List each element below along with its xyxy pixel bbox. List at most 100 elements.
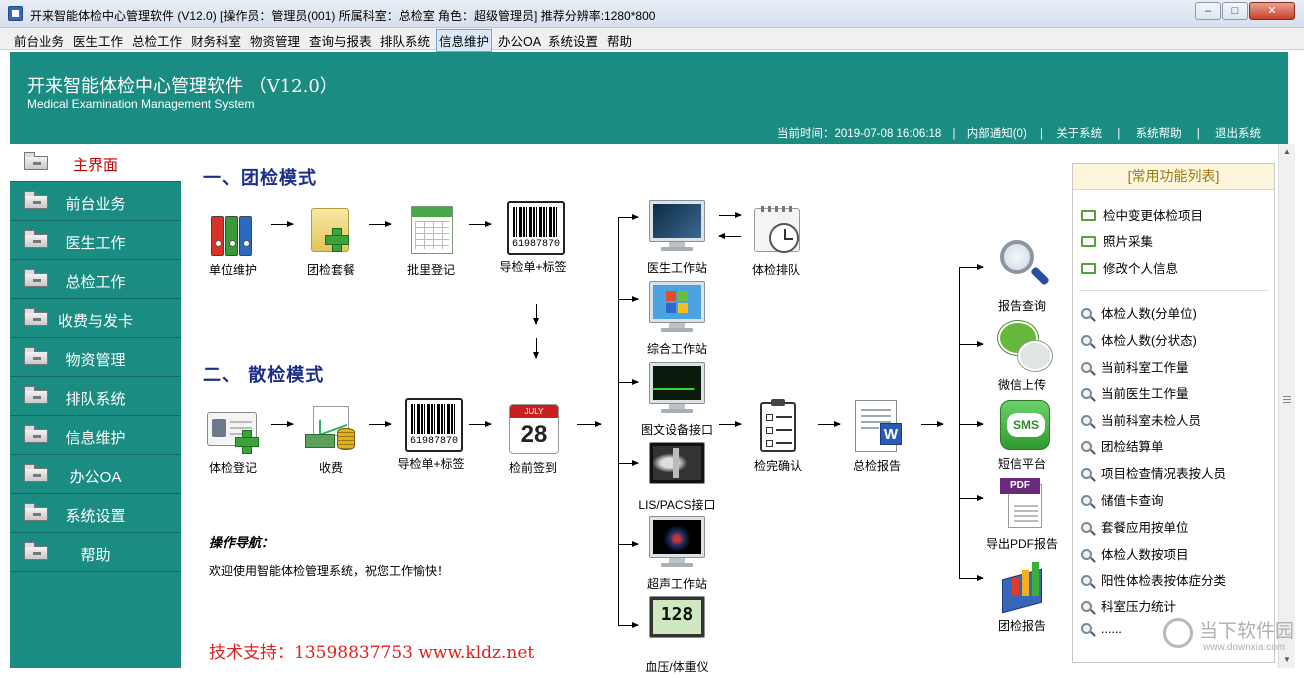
flow-arrow [369, 421, 392, 427]
wechat-icon [994, 317, 1052, 373]
sidebar-item-billing[interactable]: 收费与发卡 [10, 300, 181, 338]
flow-arrow-down [533, 304, 539, 325]
quick-item-stat[interactable]: 团检结算单 [1081, 436, 1164, 455]
menu-queue[interactable]: 排队系统 [378, 31, 432, 50]
sidebar-item-help[interactable]: 帮助 [10, 534, 181, 572]
header-links: 当前时间：2019-07-08 16:06:18 | 内部通知(0) | 关于系… [777, 125, 1261, 141]
final-report-node[interactable]: W 总检报告 [837, 398, 917, 474]
quick-item-photo[interactable]: 照片采集 [1081, 231, 1153, 250]
menu-settings[interactable]: 系统设置 [546, 31, 600, 50]
minimize-button[interactable]: – [1195, 2, 1221, 20]
payment-node[interactable]: 收费 [291, 400, 371, 476]
node-label: 总检报告 [852, 459, 901, 473]
unit-maintenance-node[interactable]: 单位维护 [193, 202, 273, 278]
group-report-node[interactable]: 团检报告 [982, 558, 1062, 634]
quick-item-stat[interactable]: 项目检查情况表按人员 [1081, 463, 1226, 482]
help-link[interactable]: 系统帮助 [1136, 128, 1182, 140]
guide-sheet-label-node-single[interactable]: 61987870 导检单+标签 [391, 396, 471, 472]
branch-line [618, 217, 619, 625]
guide-sheet-label-node-group[interactable]: 61987870 导检单+标签 [493, 199, 573, 275]
vertical-scrollbar[interactable]: ▲ ▼ [1278, 144, 1295, 668]
flow-arrow [577, 421, 602, 427]
quick-item-stat[interactable]: 储值卡查询 [1081, 490, 1164, 509]
sidebar-item-materials[interactable]: 物资管理 [10, 339, 181, 377]
sms-platform-node[interactable]: SMS 短信平台 [982, 396, 1062, 472]
scroll-grip[interactable] [1283, 396, 1291, 404]
report-query-node[interactable]: 报告查询 [982, 238, 1062, 314]
flow-arrow [618, 379, 639, 385]
menu-help[interactable]: 帮助 [605, 31, 634, 50]
quick-item-stat[interactable]: 当前科室工作量 [1081, 357, 1189, 376]
menu-finance[interactable]: 财务科室 [189, 31, 243, 50]
main-workflow-area: 一、团检模式 二、 散检模式 单位维护 团检套餐 批里登记 61987870 导… [181, 144, 1288, 674]
menu-oa[interactable]: 办公OA [496, 31, 543, 50]
about-link[interactable]: 关于系统 [1056, 128, 1102, 140]
batch-register-node[interactable]: 批里登记 [391, 202, 471, 278]
exam-queue-node[interactable]: 体检排队 [736, 202, 816, 278]
menu-final-check[interactable]: 总检工作 [130, 31, 184, 50]
internal-notice-link[interactable]: 内部通知(0) [967, 128, 1027, 140]
close-button[interactable]: ✕ [1249, 2, 1295, 20]
quick-item-stat[interactable]: 科室压力统计 [1081, 596, 1176, 615]
node-label: 报告查询 [997, 299, 1046, 313]
quick-item-stat[interactable]: 体检人数(分状态) [1081, 330, 1197, 349]
group-package-node[interactable]: 团检套餐 [291, 202, 371, 278]
wechat-upload-node[interactable]: 微信上传 [982, 317, 1062, 393]
sidebar-item-front-desk[interactable]: 前台业务 [10, 183, 181, 221]
menu-materials[interactable]: 物资管理 [248, 31, 302, 50]
maximize-button[interactable]: □ [1222, 2, 1248, 20]
flow-arrow [959, 421, 984, 427]
watermark-url: www.downxia.com [1203, 642, 1286, 653]
node-label: 医生工作站 [646, 261, 707, 275]
menu-query-report[interactable]: 查询与报表 [307, 31, 374, 50]
app-subtitle: Medical Examination Management System [27, 97, 255, 111]
sidebar-item-label: 总检工作 [65, 274, 126, 291]
node-label: 导检单+标签 [499, 260, 567, 274]
quick-item-more[interactable]: ...... [1081, 622, 1122, 636]
sidebar-item-queue[interactable]: 排队系统 [10, 378, 181, 416]
quick-item-stat[interactable]: 阳性体检表按体症分类 [1081, 570, 1226, 589]
menu-info-maintenance[interactable]: 信息维护 [436, 29, 493, 52]
exit-link[interactable]: 退出系统 [1215, 128, 1261, 140]
quick-item-stat[interactable]: 体检人数(分单位) [1081, 303, 1197, 322]
menu-doctor[interactable]: 医生工作 [71, 31, 125, 50]
nav-welcome-text: 欢迎使用智能体检管理系统，祝您工作愉快！ [209, 564, 450, 578]
search-icon [1081, 335, 1092, 346]
flow-arrow [618, 541, 639, 547]
node-label: 体检排队 [751, 263, 800, 277]
exam-register-node[interactable]: 体检登记 [193, 400, 273, 476]
integrated-station-node[interactable]: 综合工作站 [637, 281, 717, 357]
quick-item-stat[interactable]: 体检人数按项目 [1081, 544, 1189, 563]
imaging-device-interface-node[interactable]: 图文设备接口 [637, 362, 717, 438]
money-chart-icon [303, 400, 359, 456]
ultrasound-station-node[interactable]: 超声工作站 [637, 516, 717, 592]
quick-item-stat[interactable]: 当前科室未检人员 [1081, 410, 1201, 429]
node-label: 短信平台 [997, 457, 1046, 471]
sidebar-item-oa[interactable]: 办公OA [10, 456, 181, 494]
quick-item-stat[interactable]: 套餐应用按单位 [1081, 517, 1189, 536]
separator: | [1196, 128, 1200, 140]
sidebar-item-final-check[interactable]: 总检工作 [10, 261, 181, 299]
sidebar-item-home[interactable]: 主界面 [10, 144, 181, 182]
quick-item-change-items[interactable]: 检中变更体检项目 [1081, 205, 1203, 224]
exam-complete-confirm-node[interactable]: 检完确认 [738, 398, 818, 474]
quick-item-edit-profile[interactable]: 修改个人信息 [1081, 258, 1178, 277]
scroll-up-icon[interactable]: ▲ [1279, 144, 1295, 160]
search-icon [1081, 575, 1092, 586]
monitor-icon [649, 200, 705, 256]
lis-pacs-interface-node[interactable]: LIS/PACS接口 [637, 442, 717, 513]
search-icon [1081, 601, 1092, 612]
sidebar-item-label: 物资管理 [65, 352, 126, 369]
doctor-station-node[interactable]: 医生工作站 [637, 200, 717, 276]
sidebar-item-doctor[interactable]: 医生工作 [10, 222, 181, 260]
search-icon [1081, 495, 1092, 506]
output-branch-line [959, 267, 960, 578]
bp-weight-device-node[interactable]: 128 血压/体重仪 [637, 596, 717, 675]
menu-front-desk[interactable]: 前台业务 [12, 31, 66, 50]
export-pdf-node[interactable]: PDF 导出PDF报告 [982, 476, 1062, 552]
sidebar-item-info[interactable]: 信息维护 [10, 417, 181, 455]
sidebar-item-settings[interactable]: 系统设置 [10, 495, 181, 533]
flow-arrow [618, 296, 639, 302]
pre-check-signin-node[interactable]: JULY 28 检前签到 [493, 400, 573, 476]
quick-item-stat[interactable]: 当前医生工作量 [1081, 383, 1189, 402]
